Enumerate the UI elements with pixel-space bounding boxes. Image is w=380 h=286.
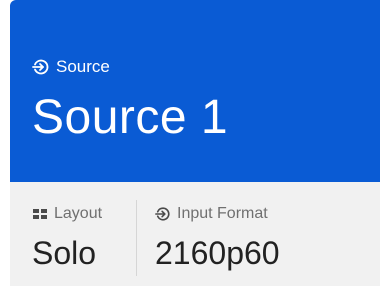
input-arrow-icon — [32, 58, 50, 76]
source-panel: Source Source 1 Layout Solo Input Format… — [10, 0, 380, 286]
layout-label: Layout — [54, 205, 103, 222]
layout-label-row: Layout — [32, 204, 102, 224]
input-format-label-row: Input Format — [155, 204, 280, 224]
input-arrow-icon — [155, 206, 171, 222]
layout-value: Solo — [32, 235, 97, 271]
details-divider — [136, 200, 137, 276]
input-format-label: Input Format — [177, 205, 268, 222]
grid-layout-icon — [32, 206, 48, 222]
input-format-cell[interactable]: Input Format 2160p60 — [155, 204, 280, 272]
source-header[interactable]: Source Source 1 — [10, 0, 380, 182]
source-details: Layout Solo Input Format 2160p60 — [10, 182, 380, 286]
source-label-row: Source — [32, 57, 110, 77]
source-title: Source 1 — [32, 91, 229, 144]
layout-cell[interactable]: Layout Solo — [32, 204, 102, 272]
source-label: Source — [56, 57, 110, 76]
input-format-value: 2160p60 — [155, 235, 280, 271]
